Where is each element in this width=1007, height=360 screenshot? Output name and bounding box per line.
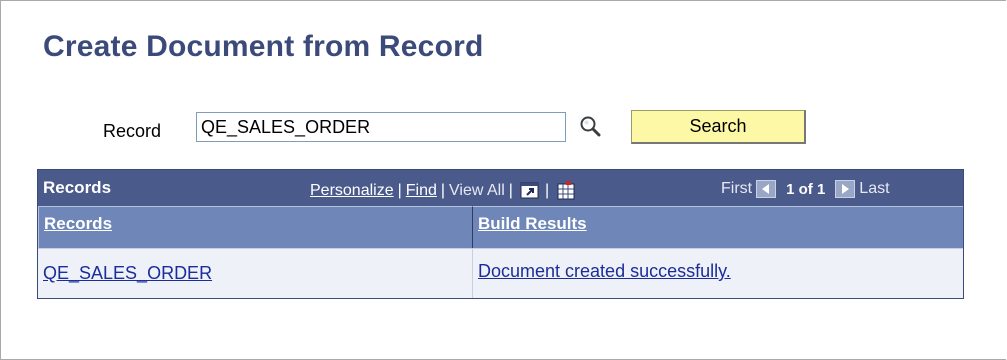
separator: |: [544, 182, 550, 199]
page-title: Create Document from Record: [43, 30, 484, 63]
table-cell-build-result: Document created successfully.: [473, 248, 963, 298]
grid-navigation-bar: Records Personalize | Find | View All | …: [38, 170, 963, 206]
zoom-window-icon[interactable]: [519, 180, 541, 202]
separator: |: [508, 182, 513, 199]
search-button[interactable]: Search: [631, 110, 806, 144]
table-cell-record: QE_SALES_ORDER: [38, 248, 473, 298]
grid-nav-links: Personalize | Find | View All | |: [310, 180, 577, 202]
previous-arrow-icon[interactable]: [756, 180, 777, 198]
record-input[interactable]: [196, 112, 566, 142]
column-header-build-results: Build Results: [473, 206, 963, 248]
personalize-link[interactable]: Personalize: [310, 182, 394, 200]
last-label: Last: [859, 180, 890, 197]
find-link[interactable]: Find: [406, 182, 437, 200]
download-grid-icon[interactable]: [555, 180, 577, 202]
separator: |: [397, 182, 402, 199]
grid-title: Records: [43, 178, 112, 197]
record-label: Record: [103, 121, 162, 141]
sort-build-results-link[interactable]: Build Results: [478, 214, 587, 233]
record-link[interactable]: QE_SALES_ORDER: [43, 263, 212, 283]
sort-records-link[interactable]: Records: [44, 214, 112, 233]
row-count: 1 of 1: [786, 180, 826, 198]
grid-pager: First 1 of 1 Last: [721, 180, 890, 198]
first-label: First: [721, 180, 753, 197]
build-result-link[interactable]: Document created successfully.: [478, 261, 731, 281]
column-header-records: Records: [38, 206, 473, 248]
view-all-label: View All: [449, 182, 505, 199]
next-arrow-icon[interactable]: [835, 180, 856, 198]
separator: |: [440, 182, 446, 199]
magnifier-icon[interactable]: [578, 114, 604, 140]
records-grid: Records Personalize | Find | View All | …: [37, 169, 964, 299]
